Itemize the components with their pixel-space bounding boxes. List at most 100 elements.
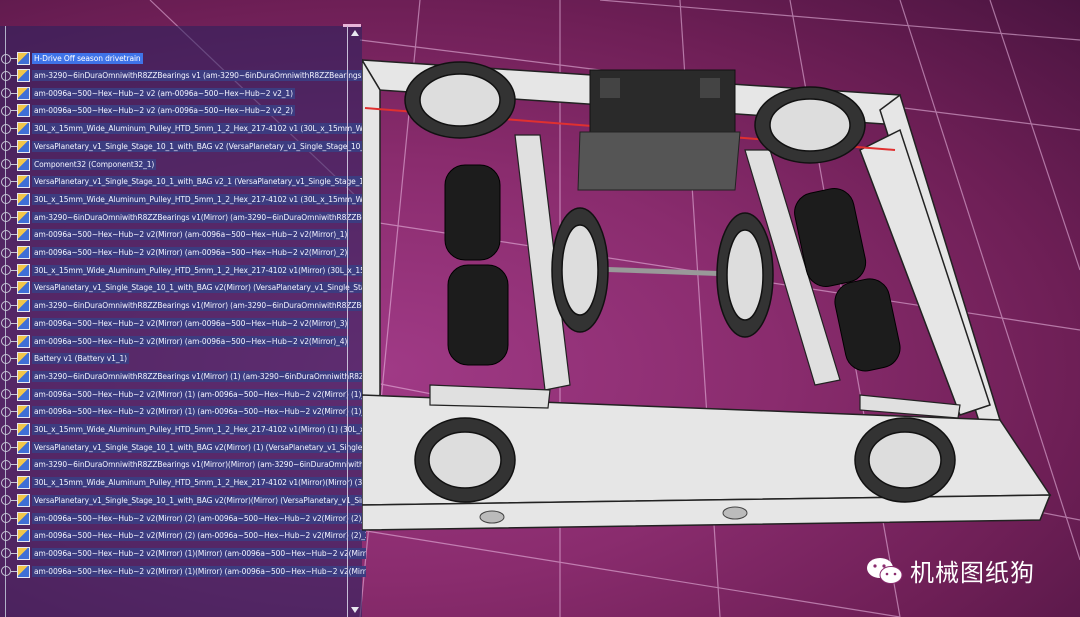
expand-toggle-icon[interactable] [1, 282, 11, 293]
scroll-down-arrow-icon[interactable] [351, 607, 359, 613]
tree-node-label[interactable]: am-3290~6inDuraOmniwithR8ZZBearings v1(M… [32, 459, 366, 471]
tree-node-label[interactable]: am-3290~6inDuraOmniwithR8ZZBearings v1(M… [32, 300, 366, 312]
tree-item[interactable]: VersaPlanetary_v1_Single_Stage_10_1_with… [0, 139, 366, 154]
expand-toggle-icon[interactable] [1, 141, 11, 152]
expand-toggle-icon[interactable] [1, 566, 11, 577]
expand-toggle-icon[interactable] [1, 176, 11, 187]
expand-toggle-icon[interactable] [1, 123, 11, 134]
tree-item[interactable]: VersaPlanetary_v1_Single_Stage_10_1_with… [0, 440, 366, 455]
tree-item[interactable]: VersaPlanetary_v1_Single_Stage_10_1_with… [0, 174, 366, 189]
tree-item[interactable]: am-0096a~500~Hex~Hub~2 v2(Mirror) (am-00… [0, 316, 350, 331]
tree-item[interactable]: am-3290~6inDuraOmniwithR8ZZBearings v1(M… [0, 210, 366, 225]
tree-item[interactable]: am-0096a~500~Hex~Hub~2 v2(Mirror) (1) (a… [0, 404, 366, 419]
tree-item[interactable]: 30L_x_15mm_Wide_Aluminum_Pulley_HTD_5mm_… [0, 263, 366, 278]
tree-node-label[interactable]: am-0096a~500~Hex~Hub~2 v2(Mirror) (1) (a… [32, 406, 366, 418]
tree-node-label[interactable]: am-0096a~500~Hex~Hub~2 v2 (am-0096a~500~… [32, 105, 295, 117]
expand-toggle-icon[interactable] [1, 247, 11, 258]
tree-item[interactable]: am-0096a~500~Hex~Hub~2 v2(Mirror) (2) (a… [0, 511, 366, 526]
tree-item[interactable]: am-0096a~500~Hex~Hub~2 v2 (am-0096a~500~… [0, 86, 295, 101]
tree-node-label[interactable]: am-0096a~500~Hex~Hub~2 v2(Mirror) (1)(Mi… [32, 547, 366, 559]
expand-toggle-icon[interactable] [1, 477, 11, 488]
expand-toggle-icon[interactable] [1, 530, 11, 541]
tree-scrollbar[interactable] [347, 26, 362, 617]
expand-toggle-icon[interactable] [1, 105, 11, 116]
expand-toggle-icon[interactable] [1, 159, 11, 169]
tree-node-label[interactable]: am-3290~6inDuraOmniwithR8ZZBearings v1 (… [32, 70, 366, 81]
tree-node-label[interactable]: am-3290~6inDuraOmniwithR8ZZBearings v1(M… [32, 211, 366, 223]
tree-item[interactable]: am-0096a~500~Hex~Hub~2 v2(Mirror) (am-00… [0, 245, 350, 260]
tree-node-label[interactable]: VersaPlanetary_v1_Single_Stage_10_1_with… [32, 176, 366, 188]
expand-toggle-icon[interactable] [1, 194, 11, 205]
tree-node-label[interactable]: am-0096a~500~Hex~Hub~2 v2(Mirror) (2) (a… [32, 530, 366, 542]
part-icon [17, 122, 30, 136]
expand-toggle-icon[interactable] [1, 70, 11, 81]
tree-node-label[interactable]: 30L_x_15mm_Wide_Aluminum_Pulley_HTD_5mm_… [32, 264, 366, 276]
tree-item[interactable]: am-3290~6inDuraOmniwithR8ZZBearings v1 (… [0, 68, 366, 83]
tree-item[interactable]: Battery v1 (Battery v1_1) [0, 351, 129, 366]
tree-item[interactable]: am-0096a~500~Hex~Hub~2 v2(Mirror) (1)(Mi… [0, 564, 366, 579]
3d-viewport[interactable] [362, 0, 1080, 617]
tree-node-label[interactable]: VersaPlanetary_v1_Single_Stage_10_1_with… [32, 140, 366, 152]
scroll-up-arrow-icon[interactable] [351, 30, 359, 36]
tree-node-label[interactable]: VersaPlanetary_v1_Single_Stage_10_1_with… [32, 494, 366, 506]
battery-model[interactable] [577, 69, 741, 191]
expand-toggle-icon[interactable] [1, 229, 11, 240]
tree-node-label[interactable]: am-0096a~500~Hex~Hub~2 v2(Mirror) (am-00… [32, 247, 350, 258]
tree-item[interactable]: am-0096a~500~Hex~Hub~2 v2(Mirror) (1) (a… [0, 387, 366, 402]
tree-node-label[interactable]: am-0096a~500~Hex~Hub~2 v2(Mirror) (1) (a… [32, 388, 366, 400]
tree-item[interactable]: am-0096a~500~Hex~Hub~2 v2(Mirror) (am-00… [0, 227, 350, 242]
tree-node-label[interactable]: am-0096a~500~Hex~Hub~2 v2(Mirror) (am-00… [32, 317, 350, 329]
expand-toggle-icon[interactable] [1, 336, 11, 346]
expand-toggle-icon[interactable] [1, 212, 11, 223]
expand-toggle-icon[interactable] [1, 318, 11, 329]
expand-toggle-icon[interactable] [1, 389, 11, 400]
expand-toggle-icon[interactable] [1, 548, 11, 559]
expand-toggle-icon[interactable] [1, 300, 11, 311]
tree-node-label[interactable]: am-0096a~500~Hex~Hub~2 v2(Mirror) (am-00… [32, 335, 350, 347]
tree-node-label[interactable]: 30L_x_15mm_Wide_Aluminum_Pulley_HTD_5mm_… [32, 193, 366, 205]
tree-node-label[interactable]: am-0096a~500~Hex~Hub~2 v2(Mirror) (2) (a… [32, 512, 366, 524]
expand-toggle-icon[interactable] [1, 265, 11, 276]
wechat-icon [867, 557, 903, 584]
tree-item[interactable]: Component32 (Component32_1) [0, 157, 157, 172]
tree-node-label[interactable]: VersaPlanetary_v1_Single_Stage_10_1_with… [32, 441, 366, 453]
tree-node-label[interactable]: am-0096a~500~Hex~Hub~2 v2(Mirror) (am-00… [32, 229, 350, 241]
expand-toggle-icon[interactable] [1, 442, 11, 453]
expand-toggle-icon[interactable] [1, 406, 11, 417]
specification-tree: H-Drive Off season drivetrain am-3290~6in… [0, 26, 366, 617]
tree-item[interactable]: 30L_x_15mm_Wide_Aluminum_Pulley_HTD_5mm_… [0, 422, 366, 437]
tree-item[interactable]: 30L_x_15mm_Wide_Aluminum_Pulley_HTD_5mm_… [0, 192, 366, 207]
tree-item[interactable]: VersaPlanetary_v1_Single_Stage_10_1_with… [0, 280, 366, 295]
tree-item[interactable]: VersaPlanetary_v1_Single_Stage_10_1_with… [0, 493, 366, 508]
part-icon [17, 405, 30, 419]
tree-node-label[interactable]: H-Drive Off season drivetrain [32, 53, 143, 64]
part-icon [17, 139, 30, 153]
expand-toggle-icon[interactable] [1, 53, 11, 64]
expand-toggle-icon[interactable] [1, 495, 11, 506]
tree-item[interactable]: 30L_x_15mm_Wide_Aluminum_Pulley_HTD_5mm_… [0, 475, 365, 490]
tree-item[interactable]: am-3290~6inDuraOmniwithR8ZZBearings v1(M… [0, 369, 366, 384]
tree-item[interactable]: am-0096a~500~Hex~Hub~2 v2(Mirror) (1)(Mi… [0, 546, 366, 561]
tree-item[interactable]: 30L_x_15mm_Wide_Aluminum_Pulley_HTD_5mm_… [0, 121, 365, 136]
tree-item[interactable]: am-0096a~500~Hex~Hub~2 v2 (am-0096a~500~… [0, 103, 295, 118]
tree-node-label[interactable]: Battery v1 (Battery v1_1) [32, 353, 129, 365]
expand-toggle-icon[interactable] [1, 513, 11, 523]
expand-toggle-icon[interactable] [1, 459, 11, 470]
tree-node-label[interactable]: 30L_x_15mm_Wide_Aluminum_Pulley_HTD_5mm_… [32, 123, 365, 135]
tree-item[interactable]: am-3290~6inDuraOmniwithR8ZZBearings v1(M… [0, 457, 366, 472]
tree-item[interactable]: am-0096a~500~Hex~Hub~2 v2(Mirror) (2) (a… [0, 528, 366, 543]
tree-node-label[interactable]: VersaPlanetary_v1_Single_Stage_10_1_with… [32, 282, 366, 294]
expand-toggle-icon[interactable] [1, 424, 11, 435]
expand-toggle-icon[interactable] [1, 353, 11, 364]
expand-toggle-icon[interactable] [1, 88, 11, 99]
tree-node-label[interactable]: am-3290~6inDuraOmniwithR8ZZBearings v1(M… [32, 370, 366, 382]
tree-node-label[interactable]: Component32 (Component32_1) [32, 158, 157, 170]
tree-root-node[interactable]: H-Drive Off season drivetrain [0, 51, 143, 66]
tree-node-label[interactable]: am-0096a~500~Hex~Hub~2 v2(Mirror) (1)(Mi… [32, 565, 366, 577]
tree-item[interactable]: am-0096a~500~Hex~Hub~2 v2(Mirror) (am-00… [0, 334, 350, 349]
tree-node-label[interactable]: 30L_x_15mm_Wide_Aluminum_Pulley_HTD_5mm_… [32, 424, 366, 435]
tree-node-label[interactable]: am-0096a~500~Hex~Hub~2 v2 (am-0096a~500~… [32, 87, 295, 99]
expand-toggle-icon[interactable] [1, 371, 11, 382]
tree-item[interactable]: am-3290~6inDuraOmniwithR8ZZBearings v1(M… [0, 298, 366, 313]
tree-node-label[interactable]: 30L_x_15mm_Wide_Aluminum_Pulley_HTD_5mm_… [32, 477, 365, 489]
